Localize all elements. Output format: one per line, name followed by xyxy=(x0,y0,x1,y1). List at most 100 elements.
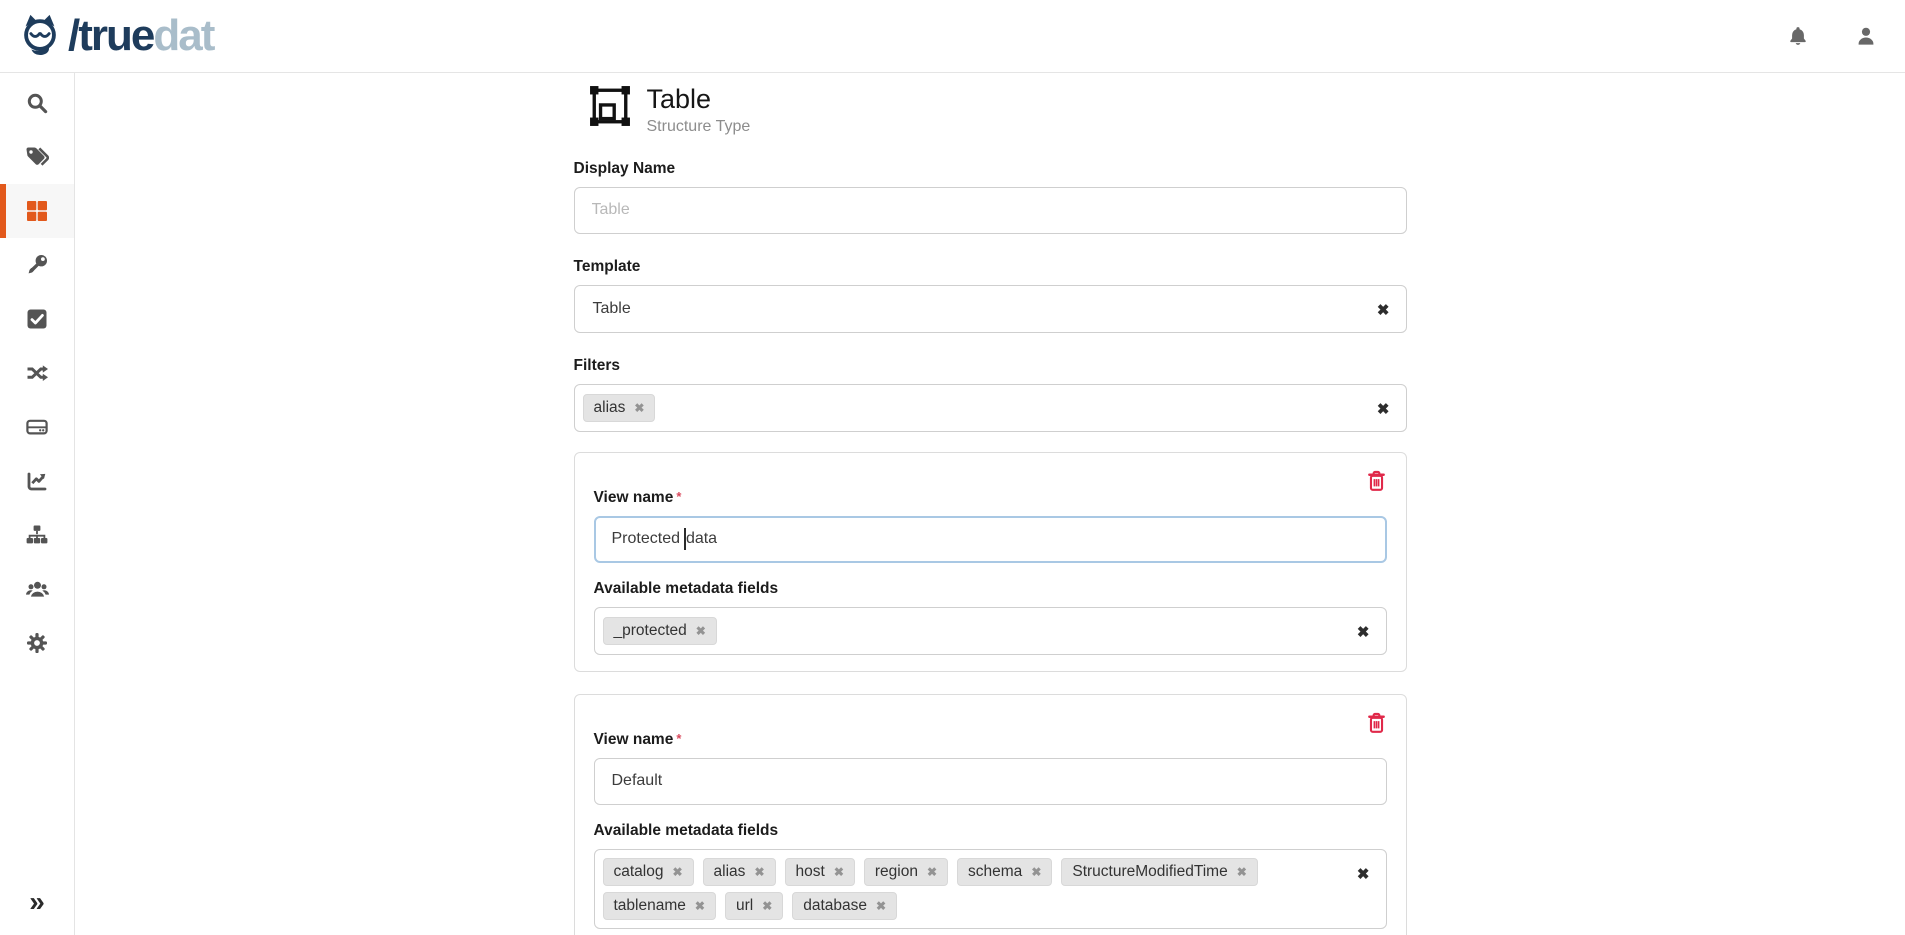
metadata-fields-label: Available metadata fields xyxy=(594,580,1387,598)
tags-icon xyxy=(25,146,49,168)
brand-name: /truedat xyxy=(68,14,213,58)
remove-tag-icon[interactable]: ✖ xyxy=(695,900,705,912)
filters-tag-list: alias ✖ xyxy=(583,391,1356,425)
view-name-label: View name* xyxy=(594,489,682,507)
sidebar-item-systems[interactable] xyxy=(0,400,74,454)
sidebar-item-taxonomy[interactable] xyxy=(0,508,74,562)
tag-pill: host ✖ xyxy=(785,858,855,886)
tag-pill: StructureModifiedTime ✖ xyxy=(1061,858,1257,886)
tag-pill-label: _protected xyxy=(614,622,687,640)
template-label: Template xyxy=(574,258,1407,276)
tag-pill-label: host xyxy=(796,863,825,881)
view-card-header: View name* xyxy=(594,469,1387,507)
sidebar-spacer xyxy=(0,670,74,875)
metadata-clear-icon[interactable]: ✖ xyxy=(1357,865,1370,883)
required-asterisk: * xyxy=(676,489,681,504)
display-name-label: Display Name xyxy=(574,160,1407,178)
view-card-header: View name* xyxy=(594,711,1387,749)
brand-logo[interactable]: /truedat xyxy=(16,11,213,61)
trash-icon xyxy=(1366,481,1387,496)
tag-pill-label: StructureModifiedTime xyxy=(1072,863,1227,881)
metadata-fields-select[interactable]: _protected ✖ ✖ xyxy=(594,607,1387,655)
sidebar-item-permissions[interactable] xyxy=(0,238,74,292)
sidebar-item-search[interactable] xyxy=(0,76,74,130)
structure-type-form: Table Structure Type Display Name Templa… xyxy=(574,73,1407,935)
tag-pill: url ✖ xyxy=(725,892,783,920)
chart-line-icon xyxy=(26,470,48,492)
display-name-input[interactable] xyxy=(574,187,1407,234)
sidebar-item-lineage[interactable] xyxy=(0,346,74,400)
remove-tag-icon[interactable]: ✖ xyxy=(876,900,886,912)
check-square-icon xyxy=(26,308,48,330)
remove-tag-icon[interactable]: ✖ xyxy=(754,866,764,878)
tag-pill-label: catalog xyxy=(614,863,664,881)
hdd-icon xyxy=(26,416,48,438)
template-select[interactable]: Table ✖ xyxy=(574,285,1407,333)
tag-pill-label: url xyxy=(736,897,753,915)
angle-double-right-icon: » xyxy=(29,886,45,918)
tag-pill-label: alias xyxy=(714,863,746,881)
grid-icon xyxy=(26,200,48,222)
remove-tag-icon[interactable]: ✖ xyxy=(927,866,937,878)
tag-pill: alias ✖ xyxy=(583,394,656,422)
filters-clear-icon[interactable]: ✖ xyxy=(1377,400,1390,418)
metadata-tag-list: catalog ✖ alias ✖ host ✖ region ✖ schema✖ St… xyxy=(603,855,1336,923)
metadata-fields-select[interactable]: catalog ✖ alias ✖ host ✖ region ✖ schema✖ St… xyxy=(594,849,1387,929)
template-clear-icon[interactable]: ✖ xyxy=(1377,301,1390,319)
page-title: Table xyxy=(647,85,751,115)
remove-tag-icon[interactable]: ✖ xyxy=(1031,866,1041,878)
remove-tag-icon[interactable]: ✖ xyxy=(1237,866,1247,878)
sidebar-item-structure-types[interactable] xyxy=(0,184,74,238)
trash-icon xyxy=(1366,723,1387,738)
tag-pill-label: tablename xyxy=(614,897,686,915)
users-icon xyxy=(25,578,50,600)
tag-pill: schema✖ xyxy=(957,858,1052,886)
delete-view-button[interactable] xyxy=(1366,469,1387,493)
metadata-tag-list: _protected ✖ xyxy=(603,614,1336,648)
tag-pill: tablename ✖ xyxy=(603,892,716,920)
app-header: /truedat xyxy=(0,0,1905,73)
template-selected-value: Table xyxy=(583,300,631,318)
remove-tag-icon[interactable]: ✖ xyxy=(834,866,844,878)
view-name-label: View name* xyxy=(594,731,682,749)
remove-tag-icon[interactable]: ✖ xyxy=(696,625,706,637)
tag-pill-label: alias xyxy=(594,399,626,417)
remove-tag-icon[interactable]: ✖ xyxy=(672,866,682,878)
sidebar-item-quality[interactable] xyxy=(0,292,74,346)
sidebar-expand-button[interactable]: » xyxy=(0,875,74,929)
filters-label: Filters xyxy=(574,357,1407,375)
view-name-input[interactable] xyxy=(594,758,1387,805)
sidebar-item-dashboards[interactable] xyxy=(0,454,74,508)
remove-tag-icon[interactable]: ✖ xyxy=(762,900,772,912)
tag-pill-label: region xyxy=(875,863,918,881)
remove-tag-icon[interactable]: ✖ xyxy=(634,402,644,414)
bell-icon xyxy=(1787,25,1809,47)
tag-pill-label: database xyxy=(803,897,867,915)
sidebar-item-tags[interactable] xyxy=(0,130,74,184)
sidebar-item-users[interactable] xyxy=(0,562,74,616)
delete-view-button[interactable] xyxy=(1366,711,1387,735)
brand-name-primary: /true xyxy=(68,11,153,60)
view-card: View name* Available metadat xyxy=(574,694,1407,935)
app-window: /truedat xyxy=(0,0,1905,935)
sidebar-item-settings[interactable] xyxy=(0,616,74,670)
search-icon xyxy=(26,92,48,114)
user-menu-button[interactable] xyxy=(1855,25,1877,47)
tag-pill: region ✖ xyxy=(864,858,948,886)
page-subtitle: Structure Type xyxy=(647,118,751,136)
user-icon xyxy=(1855,25,1877,47)
sitemap-icon xyxy=(26,524,48,546)
main-area: Table Structure Type Display Name Templa… xyxy=(75,73,1905,935)
filters-select[interactable]: alias ✖ ✖ xyxy=(574,384,1407,432)
page-title-block: Table Structure Type xyxy=(574,85,1407,136)
view-name-input[interactable]: Protected data xyxy=(594,516,1387,563)
notifications-button[interactable] xyxy=(1787,25,1809,47)
brand-name-secondary: dat xyxy=(153,11,213,60)
view-card: View name* Protected data Ava xyxy=(574,452,1407,672)
metadata-clear-icon[interactable]: ✖ xyxy=(1357,623,1370,641)
object-group-icon xyxy=(589,85,631,127)
owl-logo-icon xyxy=(16,11,64,61)
shuffle-icon xyxy=(26,362,48,384)
key-icon xyxy=(26,254,48,276)
gear-icon xyxy=(26,632,48,654)
